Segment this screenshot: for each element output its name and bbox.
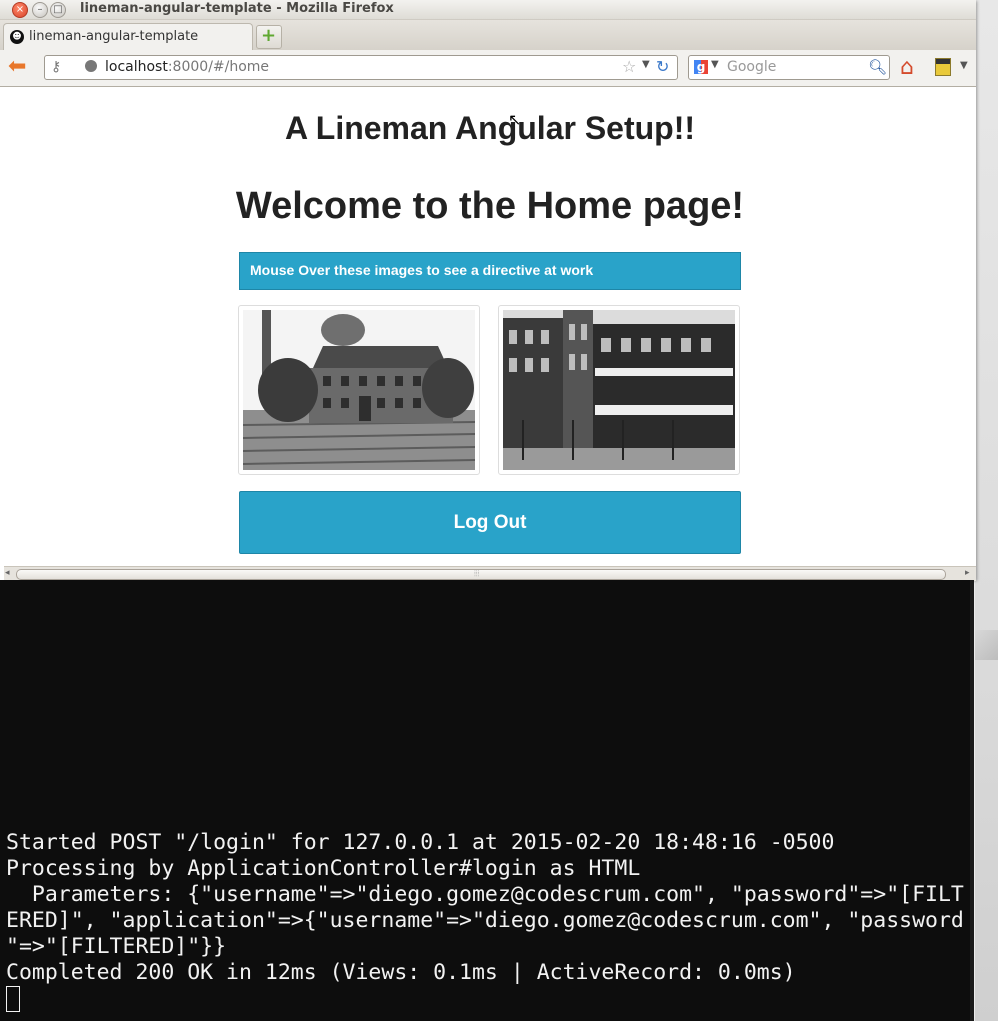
terminal-line: Processing by ApplicationController#logi… [6, 856, 641, 881]
url-bar[interactable]: ⚷ localhost:8000/#/home ☆ ▼ ↻ [44, 55, 678, 80]
plus-icon: + [261, 25, 277, 46]
close-window-button[interactable]: × [12, 2, 28, 18]
terminal-line: Completed 200 OK in 12ms (Views: 0.1ms |… [6, 960, 796, 985]
bookmarks-menu-icon[interactable] [935, 58, 951, 76]
search-bar[interactable]: g ▼ Google 🔍︎ [688, 55, 890, 80]
horizontal-scrollbar[interactable]: ◂ ⦙⦙⦙ ▸ [4, 566, 976, 581]
scroll-right-icon[interactable]: ▸ [965, 568, 970, 578]
reload-icon[interactable]: ↻ [656, 57, 676, 77]
search-engine-dropdown-icon[interactable]: ▼ [711, 59, 719, 70]
image-thumbnail-storefront[interactable] [498, 305, 740, 475]
back-arrow-icon[interactable]: ⬅ [8, 56, 34, 78]
home-icon[interactable]: ⌂ [900, 55, 914, 80]
google-icon[interactable]: g [694, 60, 708, 74]
new-tab-button[interactable]: + [256, 25, 282, 49]
tab-label: lineman-angular-template [29, 29, 199, 44]
terminal-output: Started POST "/login" for 127.0.0.1 at 2… [6, 830, 970, 1014]
maximize-window-button[interactable]: □ [50, 2, 66, 18]
scrollbar-thumb[interactable] [16, 569, 946, 580]
info-banner: Mouse Over these images to see a directi… [239, 252, 741, 290]
tab-lineman-angular-template[interactable]: ☻ lineman-angular-template [3, 23, 253, 51]
search-input[interactable]: Google [727, 59, 776, 75]
scrollbar-grip-icon: ⦙⦙⦙ [474, 569, 480, 578]
info-banner-text: Mouse Over these images to see a directi… [250, 262, 594, 278]
url-path: :8000/#/home [167, 59, 270, 75]
terminal-prompt-line[interactable] [6, 986, 970, 1014]
globe-icon [85, 60, 97, 72]
terminal-line: ERED]", "application"=>{"username"=>"die… [6, 908, 964, 933]
search-icon[interactable]: 🔍︎ [868, 58, 887, 76]
firefox-window: × – □ lineman-angular-template - Mozilla… [0, 0, 976, 581]
history-dropdown-icon[interactable]: ▼ [642, 59, 650, 70]
logout-button-label: Log Out [453, 512, 527, 533]
url-host: localhost [105, 59, 168, 75]
terminal-line: "=>"[FILTERED]"}} [6, 934, 227, 959]
old-mill-photo [243, 310, 475, 470]
scroll-left-icon[interactable]: ◂ [5, 568, 10, 578]
terminal-line: Started POST "/login" for 127.0.0.1 at 2… [6, 830, 835, 855]
tab-strip: ☻ lineman-angular-template + [0, 20, 976, 51]
favicon-icon: ☻ [10, 30, 24, 44]
terminal-window[interactable]: Started POST "/login" for 127.0.0.1 at 2… [0, 580, 974, 1021]
logout-button[interactable]: Log Out [239, 491, 741, 554]
terminal-line: Parameters: {"username"=>"diego.gomez@co… [6, 882, 964, 907]
image-thumbnail-mill[interactable] [238, 305, 480, 475]
window-titlebar: × – □ lineman-angular-template - Mozilla… [0, 0, 976, 20]
desktop-background [975, 0, 998, 1021]
minimize-window-button[interactable]: – [32, 2, 48, 18]
bookmark-star-icon[interactable]: ☆ [622, 57, 636, 76]
url-text[interactable]: localhost:8000/#/home [105, 59, 269, 75]
page-subtitle: Welcome to the Home page! [235, 185, 745, 227]
page-viewport: A Lineman Angular Setup!! Welcome to the… [4, 87, 976, 566]
page-title: A Lineman Angular Setup!! [284, 110, 696, 146]
key-icon: ⚷ [51, 59, 62, 75]
menu-dropdown-icon[interactable]: ▼ [960, 60, 968, 71]
mouse-cursor-icon: ↖ [508, 110, 522, 129]
window-title: lineman-angular-template - Mozilla Firef… [80, 1, 394, 16]
terminal-cursor [6, 986, 20, 1012]
old-storefront-photo [503, 310, 735, 470]
navigation-toolbar: ⬅ ⚷ localhost:8000/#/home ☆ ▼ ↻ g ▼ Goog… [0, 50, 976, 87]
